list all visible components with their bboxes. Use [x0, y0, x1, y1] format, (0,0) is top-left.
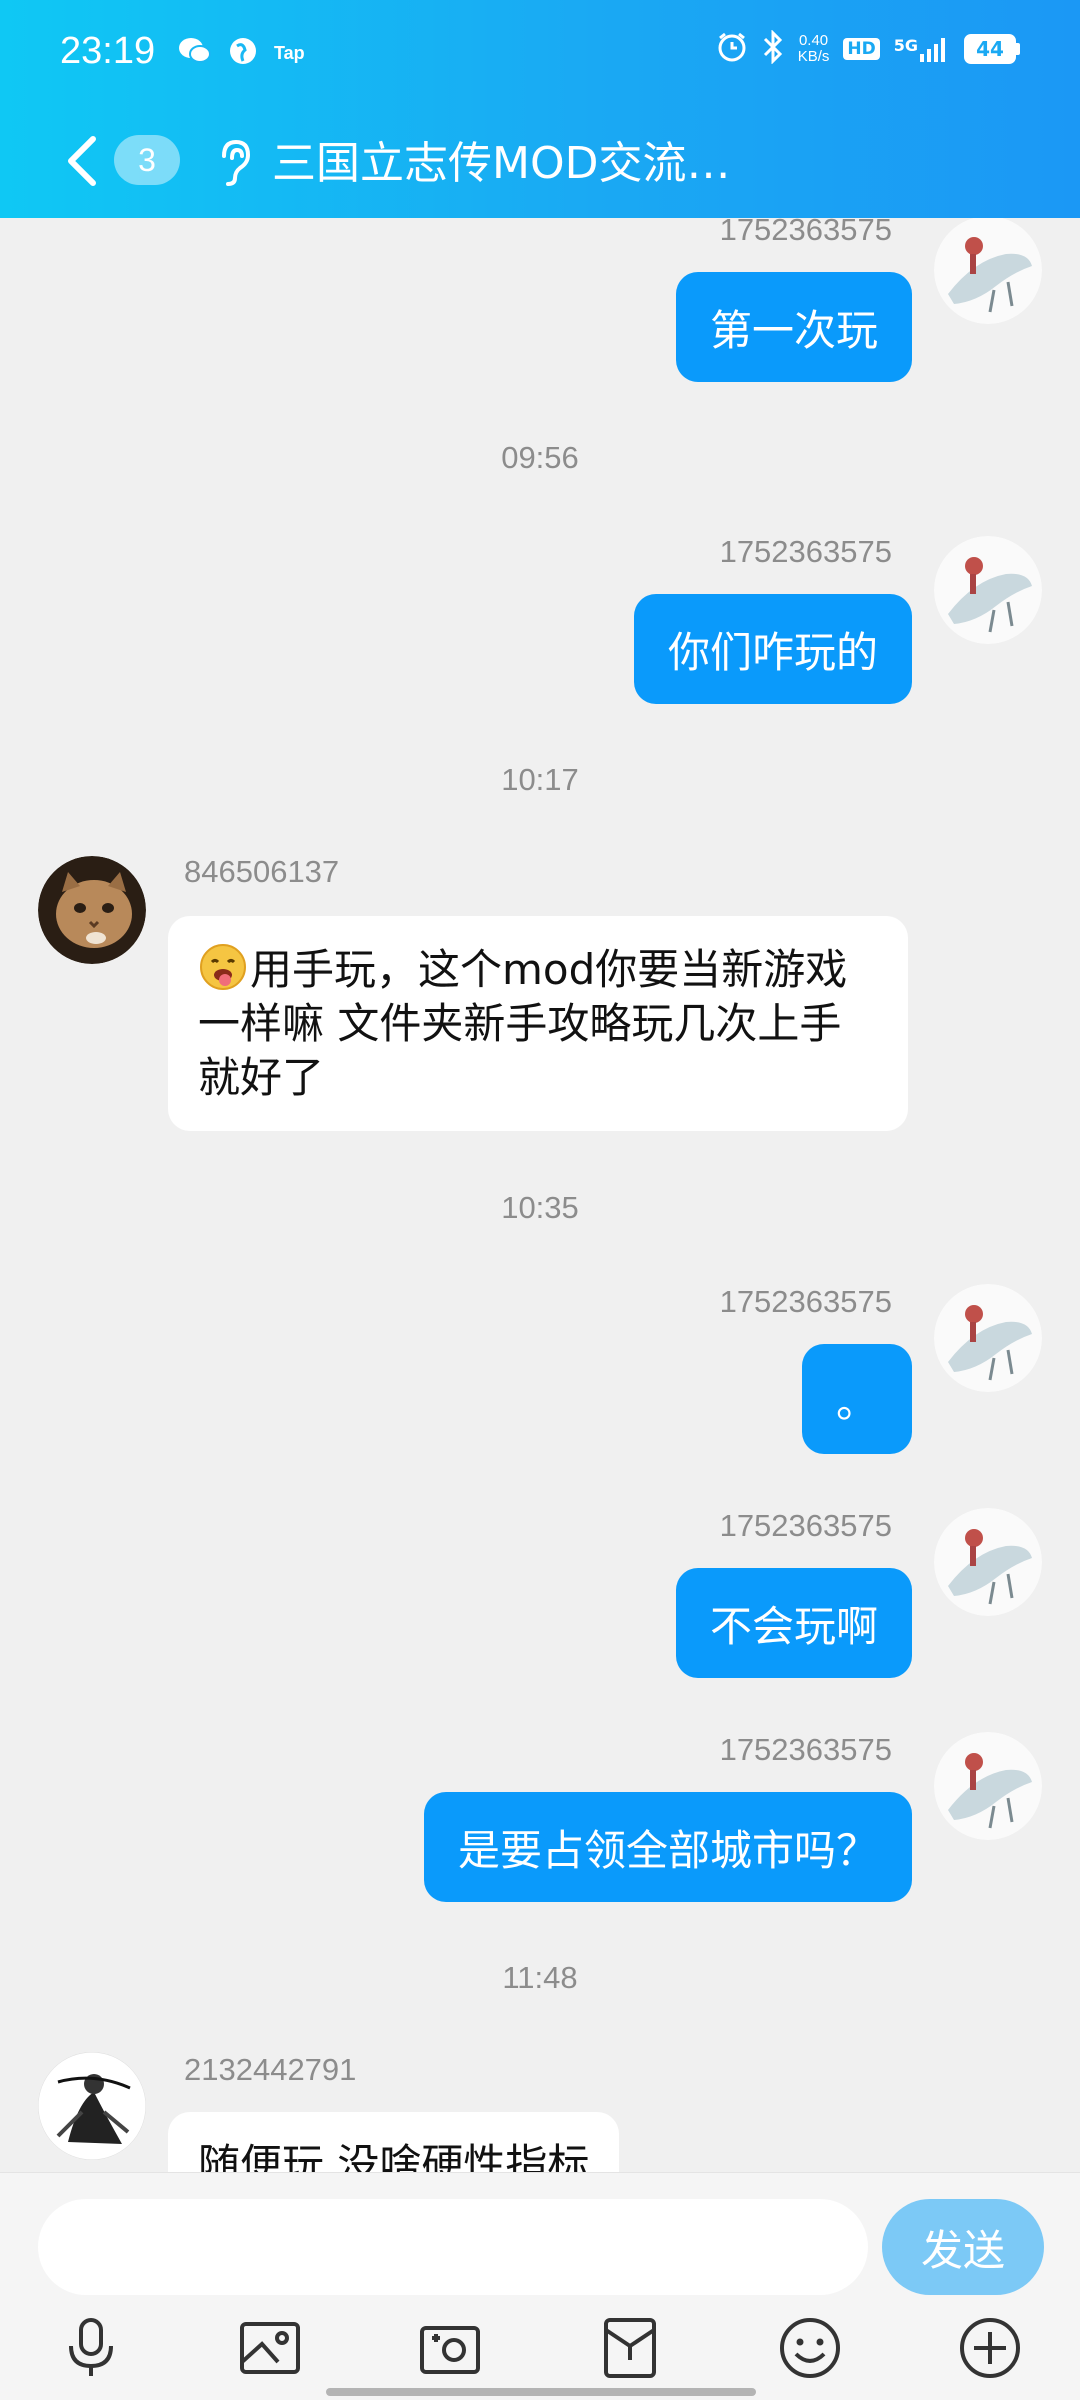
message-input[interactable] — [38, 2199, 868, 2295]
chevron-left-icon — [68, 136, 96, 186]
chat-header: 23:19 Tap 0.40 KB/s HD 5G 44 3 三国立志传MOD交… — [0, 0, 1080, 218]
avatar[interactable] — [934, 218, 1042, 324]
red-packet-icon[interactable] — [595, 2313, 665, 2383]
status-time: 23:19 — [60, 30, 156, 72]
sender-name: 846506137 — [184, 854, 340, 889]
back-button[interactable] — [52, 126, 112, 196]
sender-name: 2132442791 — [184, 2052, 357, 2087]
alarm-icon — [716, 31, 748, 67]
microphone-icon[interactable] — [56, 2313, 126, 2383]
plus-icon[interactable] — [955, 2313, 1025, 2383]
system-status: 0.40 KB/s HD 5G 44 — [716, 29, 1020, 68]
message-bubble[interactable]: 是要占领全部城市吗？ — [423, 1792, 912, 1902]
time-separator: 09:56 — [501, 440, 579, 475]
avatar[interactable] — [38, 856, 146, 964]
tongue-emoji-icon — [198, 942, 248, 992]
image-icon[interactable] — [235, 2313, 305, 2383]
browser-icon — [228, 36, 258, 70]
input-toolbar — [0, 2313, 1080, 2383]
hd-badge: HD — [843, 38, 880, 60]
bluetooth-icon — [762, 29, 784, 68]
net-speed: 0.40 KB/s — [797, 32, 830, 65]
message-bubble[interactable]: 随便玩 没啥硬性指标 — [168, 2112, 620, 2172]
home-indicator[interactable] — [326, 2388, 756, 2396]
sender-name: 1752363575 — [719, 534, 892, 569]
wechat-icon — [178, 36, 212, 70]
chat-title[interactable]: 三国立志传MOD交流… — [272, 126, 772, 202]
camera-icon[interactable] — [415, 2313, 485, 2383]
message-bubble[interactable]: 不会玩啊 — [675, 1568, 912, 1678]
earpiece-mode-icon[interactable] — [214, 136, 254, 188]
avatar[interactable] — [934, 536, 1042, 644]
battery-level: 44 — [964, 34, 1016, 64]
nav-bar: 3 三国立志传MOD交流… — [0, 110, 1080, 218]
input-area: 发送 — [0, 2172, 1080, 2400]
sender-name: 1752363575 — [719, 1284, 892, 1319]
battery-icon: 44 — [964, 34, 1020, 64]
sender-name: 1752363575 — [719, 1508, 892, 1543]
time-separator: 11:48 — [502, 1960, 578, 1995]
sender-name: 1752363575 — [719, 218, 892, 247]
tap-icon: Tap — [274, 42, 305, 63]
emoji-icon[interactable] — [775, 2313, 845, 2383]
avatar[interactable] — [38, 2052, 146, 2160]
message-text: 用手玩，这个mod你要当新游戏一样嘛 文件夹新手攻略玩几次上手就好了 — [198, 945, 848, 1102]
signal-icon: 5G — [894, 36, 950, 62]
message-bubble[interactable]: 第一次玩 — [675, 272, 912, 382]
message-bubble[interactable]: 。 — [801, 1344, 912, 1454]
network-type: 5G — [893, 36, 918, 55]
status-bar: 23:19 Tap 0.40 KB/s HD 5G 44 — [0, 0, 1080, 110]
sender-name: 1752363575 — [719, 1732, 892, 1767]
notification-icons: Tap — [178, 36, 305, 70]
avatar[interactable] — [934, 1732, 1042, 1840]
time-separator: 10:17 — [501, 762, 579, 797]
send-button[interactable]: 发送 — [882, 2199, 1044, 2295]
avatar[interactable] — [934, 1508, 1042, 1616]
message-list[interactable]: 1752363575 第一次玩 09:56 1752363575 你们咋玩的 1… — [0, 218, 1080, 2172]
message-bubble[interactable]: 用手玩，这个mod你要当新游戏一样嘛 文件夹新手攻略玩几次上手就好了 — [168, 916, 908, 1131]
unread-count-badge[interactable]: 3 — [114, 135, 180, 185]
time-separator: 10:35 — [501, 1190, 579, 1225]
avatar[interactable] — [934, 1284, 1042, 1392]
message-bubble[interactable]: 你们咋玩的 — [633, 594, 912, 704]
